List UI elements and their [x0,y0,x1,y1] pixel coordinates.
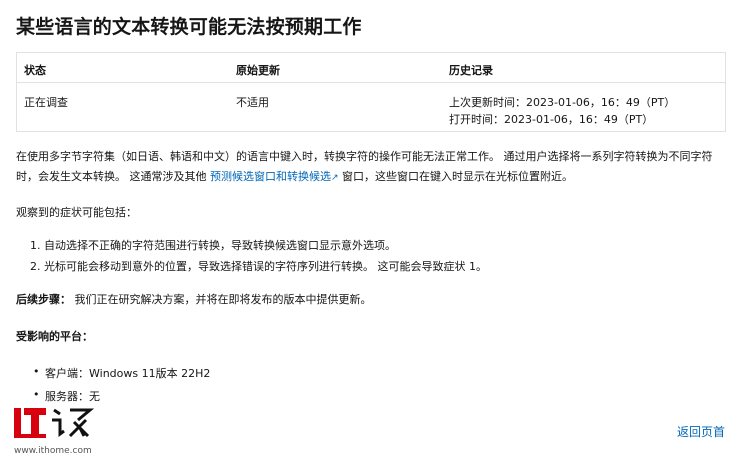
next-steps-paragraph: 后续步骤： 我们正在研究解决方案，并将在即将发布的版本中提供更新。 [16,290,721,310]
external-link-icon: ↗ [331,173,339,183]
bullet-icon: • [33,388,40,401]
platforms-heading: 受影响的平台： [16,330,93,343]
status-value: 正在调查 [24,96,68,109]
next-steps-label: 后续步骤： [16,293,71,306]
page-title: 某些语言的文本转换可能无法按预期工作 [16,16,362,38]
original-update-value: 不适用 [236,96,269,109]
table-header: 状态 原始更新 历史记录 [17,53,725,83]
back-to-top-link[interactable]: 返回页首 [677,423,725,440]
bullet-icon: • [33,365,40,378]
prediction-candidate-link[interactable]: 预测候选窗口和转换候选 [210,170,331,183]
list-item: 1. 自动选择不正确的字符范围进行转换，导致转换候选窗口显示意外选项。 [30,239,396,252]
intro-paragraph: 在使用多字节字符集（如日语、韩语和中文）的语言中键入时，转换字符的操作可能无法正… [16,147,721,188]
symptoms-intro: 观察到的症状可能包括： [16,206,137,219]
status-table: 状态 原始更新 历史记录 正在调查 不适用 上次更新时间：2023-01-06，… [16,52,726,132]
watermark-url: www.ithome.com [14,446,92,456]
next-steps-text: 我们正在研究解决方案，并将在即将发布的版本中提供更新。 [74,293,372,306]
history-opened: 打开时间：2023-01-06，16：49（PT） [449,113,654,126]
symptoms-list: 1. 自动选择不正确的字符范围进行转换，导致转换候选窗口显示意外选项。 2. 光… [30,235,487,277]
intro-text-2: 窗口，这些窗口在键入时显示在光标位置附近。 [342,170,574,183]
history-last-updated: 上次更新时间：2023-01-06，16：49（PT） [449,96,676,109]
header-status: 状态 [24,64,46,77]
header-history: 历史记录 [449,64,493,77]
header-original-update: 原始更新 [236,64,280,77]
list-item: 2. 光标可能会移动到意外的位置，导致选择错误的字符序列进行转换。 这可能会导致… [30,260,487,273]
platform-client: 客户端：Windows 11版本 22H2 [45,367,211,380]
